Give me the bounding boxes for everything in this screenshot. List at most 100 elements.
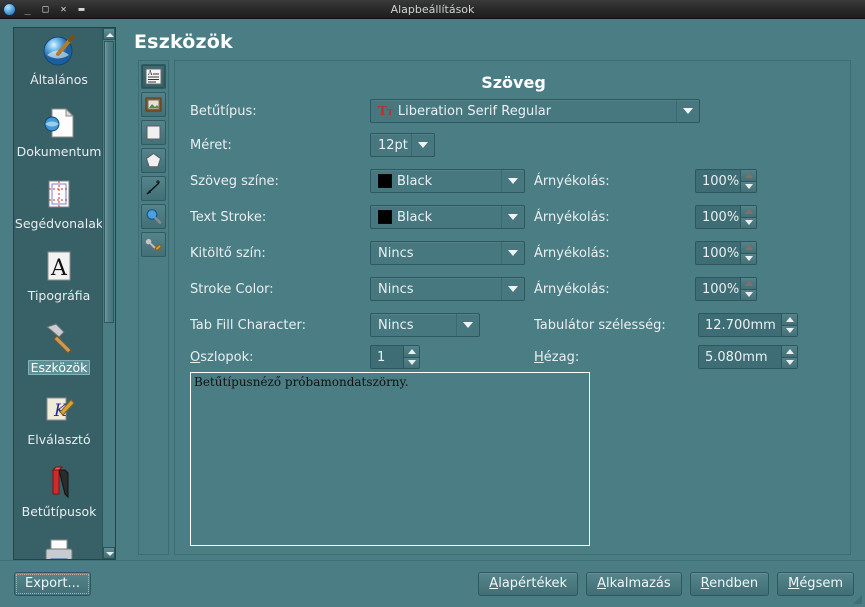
spin-up-button[interactable] [741, 242, 756, 254]
spin-up-button[interactable] [782, 314, 797, 326]
text-color-combo[interactable]: Black [370, 169, 525, 193]
spinner-buttons[interactable] [781, 314, 797, 336]
spin-down-button[interactable] [741, 217, 756, 228]
cancel-mnemonic: M [788, 576, 800, 591]
tab-width-label: Tabulátor szélesség: [534, 318, 666, 333]
polygon-tool-tab[interactable] [141, 148, 166, 173]
chevron-down-icon[interactable] [676, 100, 699, 122]
category-sidebar[interactable]: Általános Dokumentum Segédvonalak A Tipo… [13, 27, 116, 560]
text-shade-spinbox[interactable]: 100% [695, 169, 757, 193]
sidebar-scrollbar[interactable] [102, 28, 115, 559]
spinner-buttons[interactable] [781, 346, 797, 368]
size-combo[interactable]: 12pt [370, 133, 435, 157]
magnifier-icon [146, 209, 162, 224]
fill-color-label: Kitöltő szín: [190, 246, 266, 261]
spin-down-button[interactable] [741, 289, 756, 300]
font-combo[interactable]: TT Liberation Serif Regular [370, 99, 700, 123]
scroll-up-button[interactable] [103, 28, 115, 40]
columns-spinbox[interactable]: 1 [370, 345, 420, 369]
cancel-label-rest: égsem [799, 576, 843, 591]
spin-up-button[interactable] [741, 170, 756, 182]
gap-label-rest: ézag: [543, 350, 580, 365]
size-combo-value: 12pt [378, 137, 408, 153]
cancel-button[interactable]: Mégsem [777, 572, 854, 596]
chevron-down-icon[interactable] [411, 134, 434, 156]
scroll-down-button[interactable] [103, 547, 115, 559]
apply-label-rest: lkalmazás [605, 576, 671, 591]
spin-up-button[interactable] [741, 278, 756, 290]
sidebar-item-elvalaszto[interactable]: K Elválasztó [14, 388, 104, 460]
defaults-label-rest: lapértékek [498, 576, 568, 591]
panel-title: Szöveg [481, 73, 546, 92]
sidebar-item-label: Eszközök [27, 360, 91, 375]
spin-down-button[interactable] [782, 357, 797, 368]
resize-grip[interactable] [851, 593, 863, 605]
spinner-buttons[interactable] [740, 242, 756, 264]
sidebar-item-label: Általános [30, 72, 88, 87]
gap-spinbox[interactable]: 5.080mm [698, 345, 798, 369]
chevron-down-icon[interactable] [501, 170, 524, 192]
font-combo-value: Liberation Serif Regular [397, 103, 552, 119]
fill-color-combo[interactable]: Nincs [370, 241, 525, 265]
text-shade-label: Árnyékolás: [534, 174, 610, 189]
scrollbar-thumb[interactable] [104, 41, 114, 323]
spin-down-button[interactable] [404, 357, 419, 368]
shape-tool-tab[interactable] [141, 120, 166, 145]
sidebar-item-segedvonalak[interactable]: Segédvonalak [14, 172, 104, 244]
misc-tool-tab[interactable] [141, 232, 166, 257]
sidebar-item-eszkozok[interactable]: Eszközök [14, 316, 104, 388]
sidebar-item-label: Tipográfia [27, 288, 91, 303]
spin-down-button[interactable] [782, 325, 797, 336]
stroke-shade-spinbox[interactable]: 100% [695, 205, 757, 229]
fill-color-value: Nincs [378, 245, 414, 261]
font-row: Betűtípus: TT Liberation Serif Regular [190, 99, 840, 125]
zoom-tool-tab[interactable] [141, 204, 166, 229]
text-stroke-combo[interactable]: Black [370, 205, 525, 229]
ok-label-rest: endben [709, 576, 759, 591]
sidebar-item-dokumentum[interactable]: Dokumentum [14, 100, 104, 172]
ok-button[interactable]: Rendben [689, 572, 770, 596]
spin-up-button[interactable] [404, 346, 419, 358]
spin-down-button[interactable] [741, 181, 756, 192]
font-combo-text: TT Liberation Serif Regular [371, 104, 676, 119]
sidebar-item-betutipusok[interactable]: Betűtípusok [14, 460, 104, 532]
image-tool-tab[interactable] [141, 92, 166, 117]
spinner-buttons[interactable] [740, 206, 756, 228]
spinner-buttons[interactable] [403, 346, 419, 368]
columns-row: Oszlopok: 1 Hézag: 5.080mm [190, 345, 840, 371]
strokecolor-shade-spinbox[interactable]: 100% [695, 277, 757, 301]
line-tool-tab[interactable] [141, 176, 166, 201]
gap-label: Hézag: [534, 345, 579, 371]
tab-fill-row: Tab Fill Character: Nincs Tabulátor szél… [190, 313, 840, 339]
fill-shade-spinbox[interactable]: 100% [695, 241, 757, 265]
tab-width-spinbox[interactable]: 12.700mm [698, 313, 798, 337]
apply-button[interactable]: Alkalmazás [586, 572, 682, 596]
chevron-down-icon[interactable] [501, 206, 524, 228]
chevron-down-icon[interactable] [456, 314, 479, 336]
defaults-button[interactable]: Alapértékek [478, 572, 579, 596]
font-preview-box[interactable]: Betűtípusnéző próbamondatszörny. [190, 372, 590, 546]
spinner-buttons[interactable] [740, 170, 756, 192]
spin-up-button[interactable] [782, 346, 797, 358]
chevron-down-icon[interactable] [501, 242, 524, 264]
spin-up-button[interactable] [741, 206, 756, 218]
sidebar-item-tipografia[interactable]: A Tipográfia [14, 244, 104, 316]
chevron-down-icon[interactable] [501, 278, 524, 300]
window-titlebar: _ □ ✕ ▬ Alapbeállítások [0, 0, 865, 19]
window-title: Alapbeállítások [390, 3, 475, 16]
spin-down-button[interactable] [741, 253, 756, 264]
tab-fill-combo[interactable]: Nincs [370, 313, 480, 337]
size-label: Méret: [190, 138, 232, 153]
text-color-row: Szöveg színe: Black Árnyékolás: 100% [190, 169, 840, 195]
export-button[interactable]: Export... [14, 572, 91, 596]
sidebar-item-altalanos[interactable]: Általános [14, 28, 104, 100]
stroke-color-combo[interactable]: Nincs [370, 277, 525, 301]
columns-value: 1 [377, 349, 386, 365]
sidebar-item-nyomtato[interactable]: Nyomtató [14, 532, 104, 559]
text-tool-tab[interactable]: A [141, 64, 166, 89]
printer-icon [45, 539, 73, 559]
strokecolor-shade-label: Árnyékolás: [534, 282, 610, 297]
spinner-buttons[interactable] [740, 278, 756, 300]
letter-a-icon: A [47, 251, 71, 281]
text-color-combo-text: Black [371, 174, 501, 189]
